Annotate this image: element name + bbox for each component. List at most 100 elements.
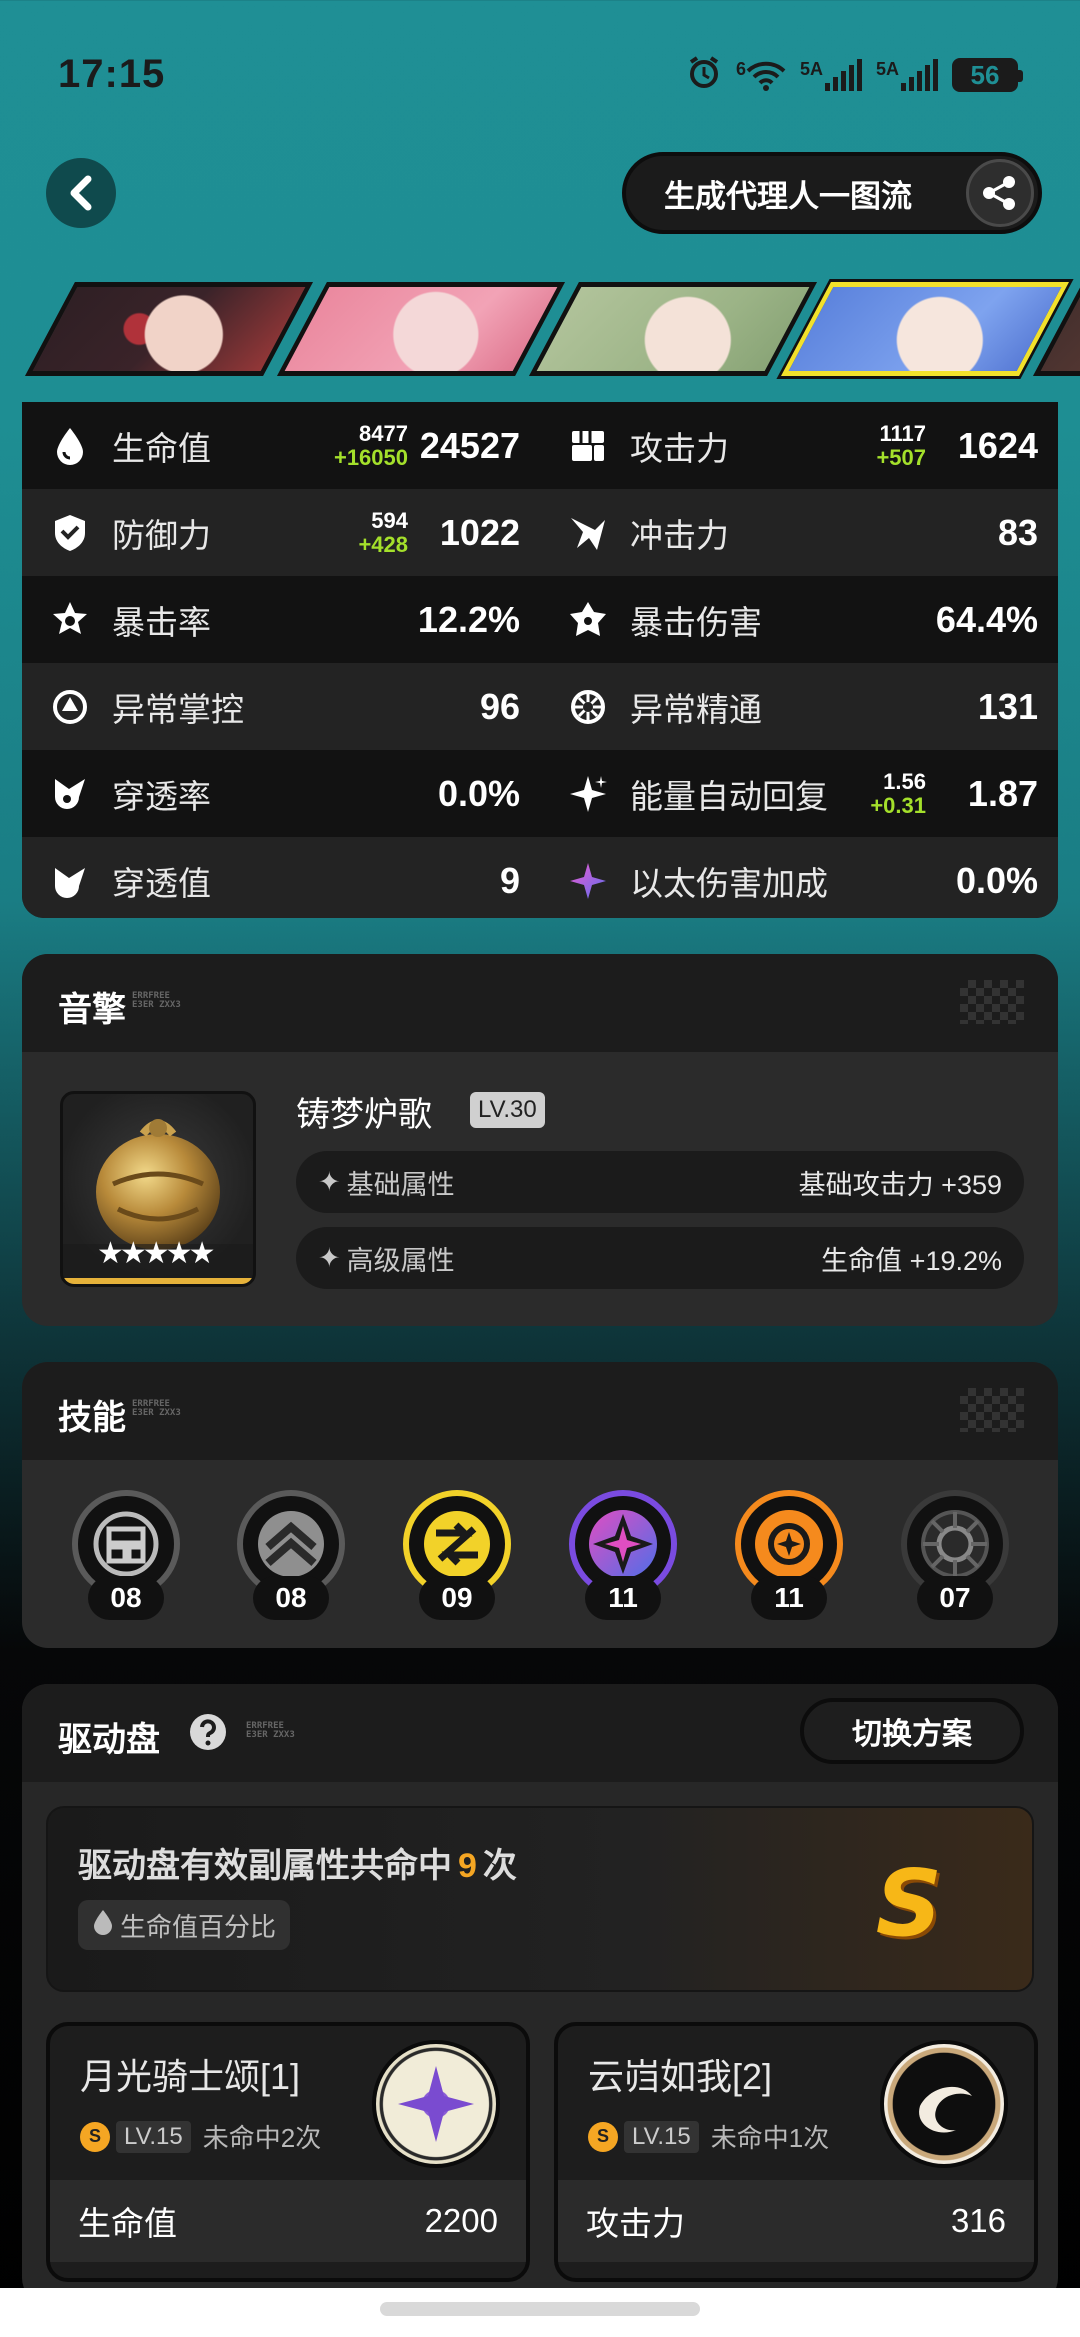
stat-def: 防御力 594 +428 1022 <box>22 489 540 576</box>
energy-regen-icon <box>568 774 608 814</box>
character-selector <box>25 282 1080 380</box>
header-deco-text: ERRFREE E3ER ZXX3 <box>132 991 181 1010</box>
stat-value: 64.4% <box>935 598 1038 640</box>
stat-value: 0.0% <box>437 772 520 814</box>
character-card-selected[interactable] <box>781 282 1069 376</box>
w-engine-panel: 音擎 ERRFREE E3ER ZXX3 ★★★★★ 铸梦炉歌 LV.30 ✦ … <box>22 954 1058 1326</box>
stat-breakdown: 1.56 +0.31 <box>870 770 926 816</box>
sparkle-icon: ✦ <box>318 1166 341 1197</box>
anomaly-control-icon <box>50 687 90 727</box>
header-deco-text: ERRFREE E3ER ZXX3 <box>246 1721 295 1740</box>
disc-summary-text: 驱动盘有效副属性共命中 9 次 <box>78 1838 517 1887</box>
w-engine-image[interactable]: ★★★★★ <box>60 1091 256 1287</box>
character-card[interactable] <box>529 282 817 376</box>
stat-value: 12.2% <box>417 598 520 640</box>
base-stat-label: 基础属性 <box>346 1169 455 1200</box>
hp-drop-icon <box>50 426 90 466</box>
atk-fist-icon <box>568 426 608 466</box>
disc-level-row: S LV.15 未命中2次 <box>80 2118 321 2155</box>
stat-pen: 穿透值 9 <box>22 837 540 918</box>
stat-row: 防御力 594 +428 1022 冲击力 83 <box>22 489 1058 576</box>
skill-dodge[interactable]: 08 <box>237 1490 345 1630</box>
skill-chain-attack[interactable]: 11 <box>735 1490 843 1630</box>
disc-main-label: 攻击力 <box>586 2205 685 2242</box>
switch-plan-button[interactable]: 切换方案 <box>800 1698 1024 1764</box>
signal-1-label: 5A <box>799 59 823 79</box>
stat-value: 9 <box>499 859 520 901</box>
drive-disc-title: 驱动盘 <box>58 1721 160 1759</box>
crit-dmg-icon <box>568 600 608 640</box>
stat-row: 异常掌控 96 异常精通 131 <box>22 663 1058 750</box>
disc-card[interactable]: 云岿如我[2] S LV.15 未命中1次 攻击力 316 <box>554 2022 1038 2282</box>
stat-label: 以太伤害加成 <box>630 864 828 902</box>
stat-value: 96 <box>479 685 520 727</box>
wifi-label: 6 <box>735 59 746 79</box>
share-icon[interactable] <box>966 159 1034 227</box>
stat-label: 攻击力 <box>630 429 729 467</box>
stat-label: 能量自动回复 <box>630 777 828 815</box>
stat-base: 8477 <box>359 421 408 447</box>
header-deco-text: ERRFREE E3ER ZXX3 <box>132 1399 181 1418</box>
stat-label: 异常掌控 <box>112 690 244 728</box>
stat-label: 异常精通 <box>630 690 762 728</box>
generate-card-button[interactable]: 生成代理人一图流 <box>622 152 1042 234</box>
stat-label: 穿透率 <box>112 777 211 815</box>
w-engine-stars: ★★★★★ <box>97 1237 216 1270</box>
skill-special-attack[interactable]: 11 <box>569 1490 677 1630</box>
moonlight-knight-emblem-icon <box>372 2040 500 2168</box>
disc-level: LV.15 <box>116 2120 191 2153</box>
back-button[interactable] <box>46 158 116 228</box>
character-card[interactable] <box>277 282 565 376</box>
disc-main-value: 316 <box>950 2202 1006 2239</box>
stat-row: 穿透值 9 以太伤害加成 0.0% <box>22 837 1058 918</box>
stat-base: 1.56 <box>883 769 926 795</box>
stat-bonus: +16050 <box>333 444 408 470</box>
stat-breakdown: 1117 +507 <box>876 422 926 468</box>
adv-stat-pill: ✦ 高级属性 生命值 +19.2% <box>296 1227 1024 1289</box>
skill-level: 07 <box>917 1576 993 1620</box>
stat-bonus: +0.31 <box>870 792 926 818</box>
yunkui-emblem-icon <box>880 2040 1008 2168</box>
character-card[interactable] <box>25 282 313 376</box>
skill-level: 11 <box>585 1576 661 1620</box>
home-gesture-pill[interactable] <box>380 2302 700 2316</box>
battery-icon: 56 <box>952 58 1023 92</box>
skill-assist[interactable]: 09 <box>403 1490 511 1630</box>
stat-label: 穿透值 <box>112 864 211 902</box>
stat-atk: 攻击力 1117 +507 1624 <box>540 402 1058 489</box>
stat-row: 穿透率 0.0% 能量自动回复 1.56 +0.31 1.87 <box>22 750 1058 837</box>
stat-pen-ratio: 穿透率 0.0% <box>22 750 540 837</box>
disc-rank-coin: S <box>80 2121 110 2152</box>
w-engine-level: LV.30 <box>470 1092 545 1128</box>
skills-panel: 技能 ERRFREE E3ER ZXX3 08 08 09 11 11 07 <box>22 1362 1058 1648</box>
disc-summary: 驱动盘有效副属性共命中 9 次 生命值百分比 S <box>46 1806 1034 1992</box>
skill-basic-attack[interactable]: 08 <box>72 1490 180 1630</box>
skill-core[interactable]: 07 <box>901 1490 1009 1630</box>
stat-anomaly-proficiency: 异常精通 131 <box>540 663 1058 750</box>
stat-base: 594 <box>371 508 408 534</box>
shield-icon <box>50 513 90 553</box>
stat-value: 1624 <box>957 424 1038 466</box>
w-engine-header: 音擎 ERRFREE E3ER ZXX3 <box>22 954 1058 1052</box>
disc-card[interactable]: 月光骑士颂[1] S LV.15 未命中2次 生命值 2200 <box>46 2022 530 2282</box>
base-stat-pill: ✦ 基础属性 基础攻击力 +359 <box>296 1151 1024 1213</box>
skill-level: 09 <box>419 1576 495 1620</box>
adv-stat-label: 高级属性 <box>346 1245 455 1276</box>
stat-label: 暴击伤害 <box>630 603 762 641</box>
skill-level: 11 <box>751 1576 827 1620</box>
stat-ether-dmg: 以太伤害加成 0.0% <box>540 837 1058 918</box>
w-engine-title: 音擎 <box>58 991 126 1029</box>
w-engine-name: 铸梦炉歌 <box>296 1096 432 1134</box>
disc-name: 月光骑士颂[1] <box>80 2056 301 2097</box>
disc-rank-coin: S <box>588 2121 618 2152</box>
stat-breakdown: 8477 +16050 <box>334 422 408 468</box>
stat-value: 83 <box>997 511 1038 553</box>
stat-label: 防御力 <box>112 516 211 554</box>
sparkle-icon: ✦ <box>318 1242 341 1273</box>
help-icon[interactable] <box>188 1712 228 1752</box>
checker-pattern <box>960 980 1024 1024</box>
stat-breakdown: 594 +428 <box>358 509 408 555</box>
drive-disc-panel: 驱动盘 ERRFREE E3ER ZXX3 切换方案 驱动盘有效副属性共命中 9 次… <box>22 1684 1058 2304</box>
checker-pattern <box>960 1388 1024 1432</box>
disc-main-label: 生命值 <box>78 2205 177 2242</box>
